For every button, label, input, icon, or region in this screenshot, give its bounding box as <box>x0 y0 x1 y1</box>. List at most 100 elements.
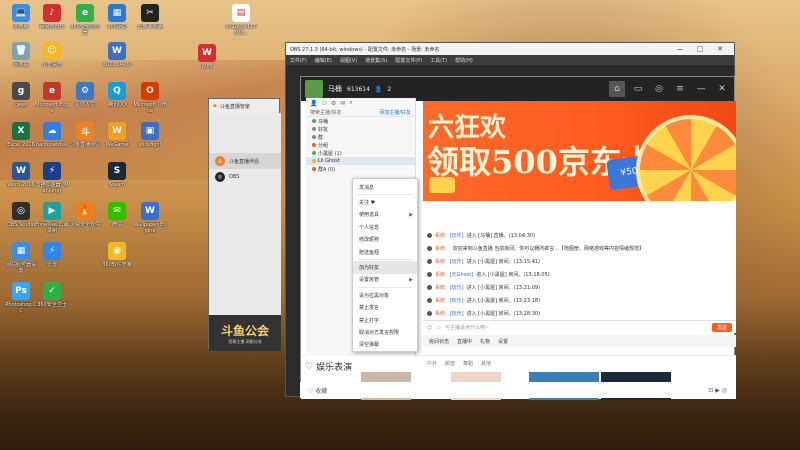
desktop-icon[interactable]: 🔥 火绒安全软件 <box>68 202 102 228</box>
desktop-icon[interactable]: ♪ 网易云音乐 <box>35 4 69 30</box>
companion-item-douyu[interactable]: 斗 斗鱼直播伴侣 <box>209 153 281 169</box>
context-menu-item[interactable]: 禁止打字 <box>353 314 417 326</box>
desktop-icon-doc[interactable]: ▤ 2020(3)(1).0302... <box>224 4 258 36</box>
desktop-icon[interactable]: ▣ stickfight <box>133 122 167 148</box>
close-icon[interactable]: ✕ <box>714 81 730 97</box>
desktop-icon[interactable]: ▦ 360驱动 <box>100 4 134 30</box>
status-item[interactable]: 设置 <box>498 338 508 345</box>
room-list-tab[interactable]: 其他 <box>481 360 491 367</box>
context-menu-item[interactable]: 个人信息 <box>353 221 417 233</box>
minimize-button[interactable]: — <box>670 45 690 53</box>
gamepad-icon[interactable]: ◎ <box>651 81 667 97</box>
context-menu-item[interactable]: 赠送鱼翅 <box>353 246 417 258</box>
status-item[interactable]: 礼物 <box>480 338 490 345</box>
desktop-icon[interactable]: ⚡ 迅雷 <box>35 242 69 268</box>
room-avatar[interactable] <box>305 80 323 98</box>
desktop-icon[interactable]: 💻 此电脑 <box>4 4 38 30</box>
context-menu-item[interactable]: 设置房管 ▶ <box>353 274 417 286</box>
context-menu-item[interactable]: 使用道具 ▶ <box>353 209 417 221</box>
menu-icon[interactable]: ≡ <box>672 81 688 97</box>
banner-button[interactable] <box>429 177 455 193</box>
guild-banner[interactable]: 斗鱼公会 招募主播 高额分成 <box>209 315 281 351</box>
desktop-icon[interactable]: ✂ 剪映专业版 <box>133 4 167 30</box>
group-icon[interactable]: ⚇ <box>321 100 326 107</box>
chat-nick[interactable]: [元Ghost] <box>450 271 474 278</box>
maximize-button[interactable]: ▢ <box>690 45 710 53</box>
context-menu-item[interactable]: 发消息 <box>353 181 417 193</box>
desktop-icon[interactable]: Ps Photoshop CC <box>4 282 38 314</box>
status-item[interactable]: 直播中 <box>457 338 472 345</box>
search-icon[interactable]: ⌕ <box>349 99 352 107</box>
tray-icons[interactable]: ⊡ ▶ ◎ <box>708 387 727 394</box>
companion-item-obs[interactable]: ◎ OBS <box>209 169 281 185</box>
chat-nick[interactable]: [玩乐] <box>450 284 464 291</box>
home-icon[interactable]: ⌂ <box>609 81 625 97</box>
chat-nick[interactable]: [玩乐] <box>450 258 464 265</box>
user-icon[interactable]: 👤 <box>310 100 317 107</box>
obs-menu-item[interactable]: 视图(V) <box>340 57 357 64</box>
emoji-icon[interactable]: ☺ <box>427 325 432 331</box>
mail-icon[interactable]: ✉ <box>340 100 345 107</box>
friend-row[interactable]: 分组 <box>306 141 415 149</box>
context-menu-item[interactable]: 取消对方发言权限 <box>353 326 417 338</box>
gamepad-small-icon[interactable]: ▭ <box>436 325 441 331</box>
context-menu-item[interactable]: 清空弹幕 <box>353 339 417 351</box>
desktop-icon[interactable]: ✉ 微信 <box>100 202 134 228</box>
room-list-tab[interactable]: 户外 <box>427 360 437 367</box>
desktop-icon[interactable]: W Wallpaper Engine <box>133 202 167 234</box>
desktop-icon[interactable]: ☺ 小智桌面 <box>35 42 69 68</box>
send-button[interactable]: 发送 <box>711 323 732 332</box>
status-item[interactable]: 房间状态 <box>429 338 449 345</box>
chat-nick[interactable]: [玩乐] <box>450 297 464 304</box>
context-menu-item[interactable]: 加为好友 <box>353 261 417 274</box>
favorite-button[interactable]: ♡ 收藏 <box>308 386 327 395</box>
desktop-icon[interactable]: X Excel 2016 <box>4 122 38 148</box>
context-menu-item[interactable]: 禁止发言 <box>353 302 417 314</box>
chat-nick[interactable]: [玩乐] <box>450 310 464 317</box>
desktop-icon[interactable]: ▦ 网站服务器设置 <box>4 242 38 274</box>
desktop-icon[interactable]: 斗斗鱼直播伴侣 <box>68 122 102 148</box>
desktop-icon[interactable]: W WeGame <box>100 122 134 148</box>
friends-search-input[interactable]: 搜索主播/好友 <box>310 109 342 116</box>
layout-icon[interactable]: ▭ <box>630 81 646 97</box>
friend-row[interactable]: 马桶 <box>306 117 415 125</box>
desktop-icon[interactable]: ◉ 360软件管家 <box>100 242 134 268</box>
chat-input[interactable]: 与主播说点什么吧~ <box>445 324 708 331</box>
settings-icon[interactable]: ⚙ <box>331 100 336 107</box>
desktop-icon[interactable]: Q 腾讯QQ <box>100 82 134 108</box>
desktop-icon[interactable]: e Microsoft Edge <box>35 82 69 114</box>
friend-row[interactable]: Lil Ghost <box>306 157 415 165</box>
close-button[interactable]: ✕ <box>710 45 730 53</box>
promo-banner[interactable]: 六狂欢 领取500京东卡 ¥500 <box>423 101 736 201</box>
friend-row[interactable]: 群 <box>306 133 415 141</box>
friend-row[interactable]: 群A (0) <box>306 165 415 173</box>
desktop-icon[interactable]: ☁ baidunetdisk <box>35 122 69 148</box>
obs-menu-item[interactable]: 工具(T) <box>430 57 447 64</box>
desktop-icon[interactable]: O Microsoft Office <box>133 82 167 114</box>
obs-menu-item[interactable]: 编辑(E) <box>315 57 332 64</box>
desktop-icon[interactable]: W 2021_04(1) <box>100 42 134 68</box>
desktop-icon[interactable]: W Word 2016 <box>4 162 38 188</box>
desktop-icon[interactable]: ✓ 360安全卫士 <box>35 282 69 308</box>
desktop-icon[interactable]: 🗑 回收站 <box>4 42 38 68</box>
context-menu-item[interactable]: 关注 ♥ <box>353 196 417 208</box>
desktop-icon[interactable]: ▶ FonePaw 屏幕录制 <box>35 202 69 234</box>
friend-row[interactable]: 好友 <box>306 125 415 133</box>
obs-menu-item[interactable]: 文件(F) <box>290 57 307 64</box>
chat-nick[interactable]: [玩乐] <box>450 232 464 239</box>
desktop-icon[interactable]: ⚙ 驱动人生 <box>68 82 102 108</box>
obs-menu-item[interactable]: 帮助(H) <box>455 57 473 64</box>
desktop-icon-wps[interactable]: W WPS <box>190 44 224 70</box>
add-friend-link[interactable]: 添加主播/好友 <box>379 109 411 116</box>
desktop-icon[interactable]: ⚡ 雷神加速器 (Mahjong) <box>35 162 69 194</box>
room-list-tab[interactable]: 颜值 <box>445 360 455 367</box>
obs-menu-item[interactable]: 场景集(S) <box>365 57 387 64</box>
context-menu-item[interactable]: 设为拉黑对象 <box>353 289 417 301</box>
desktop-icon[interactable]: ◎ OBS Studio <box>4 202 38 228</box>
minimize-icon[interactable]: — <box>693 81 709 97</box>
desktop-icon[interactable]: e 360安全浏览器 <box>68 4 102 36</box>
desktop-icon[interactable]: S Steam <box>100 162 134 188</box>
friend-row[interactable]: 小黑屋 (1) <box>306 149 415 157</box>
desktop-icon[interactable]: g geek <box>4 82 38 108</box>
obs-menu-item[interactable]: 配置文件(P) <box>395 57 422 64</box>
